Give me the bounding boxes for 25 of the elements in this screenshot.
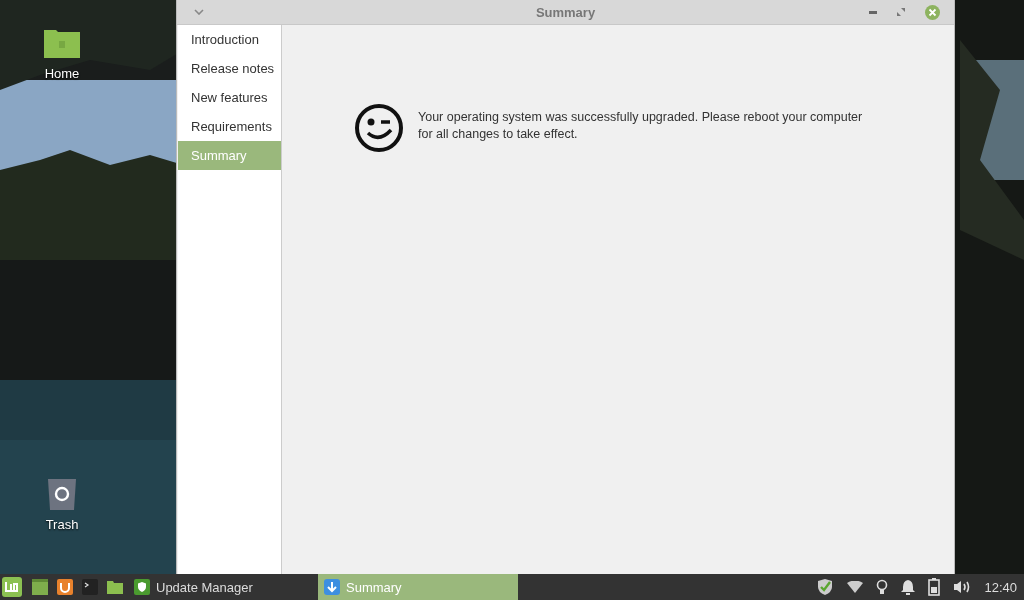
desktop-icon-label[interactable]: Trash xyxy=(45,517,79,532)
taskbar-button[interactable]: Update Manager xyxy=(128,574,318,600)
window-title: Summary xyxy=(535,4,596,20)
message-text: Your operating system was successfully upgraded. Please reboot your computer for all changes to take effect. xyxy=(418,109,864,143)
menu-icon[interactable] xyxy=(1,576,23,598)
sidebar-item[interactable]: Release notes xyxy=(178,54,281,83)
bulb-icon[interactable] xyxy=(876,579,889,595)
bell-icon[interactable] xyxy=(901,579,916,595)
winking-face-icon xyxy=(354,103,404,153)
sidebar-item[interactable]: Introduction xyxy=(178,25,281,54)
wifi-icon[interactable] xyxy=(847,581,864,593)
clock[interactable]: 12:40 xyxy=(984,579,1017,595)
sidebar-item[interactable]: New features xyxy=(178,83,281,112)
battery-icon[interactable] xyxy=(928,578,941,596)
minimize-icon[interactable] xyxy=(869,10,877,14)
terminal-icon[interactable] xyxy=(82,579,98,595)
desktop-icon-label[interactable]: Home xyxy=(44,66,80,81)
trash-icon[interactable] xyxy=(47,477,77,511)
bag-icon[interactable] xyxy=(57,579,73,595)
shield-icon xyxy=(134,579,150,595)
shield-check-icon[interactable] xyxy=(816,578,835,596)
maximize-icon[interactable] xyxy=(897,8,905,16)
download-icon xyxy=(324,579,340,595)
volume-icon[interactable] xyxy=(953,579,972,595)
sidebar-item[interactable]: Requirements xyxy=(178,112,281,141)
